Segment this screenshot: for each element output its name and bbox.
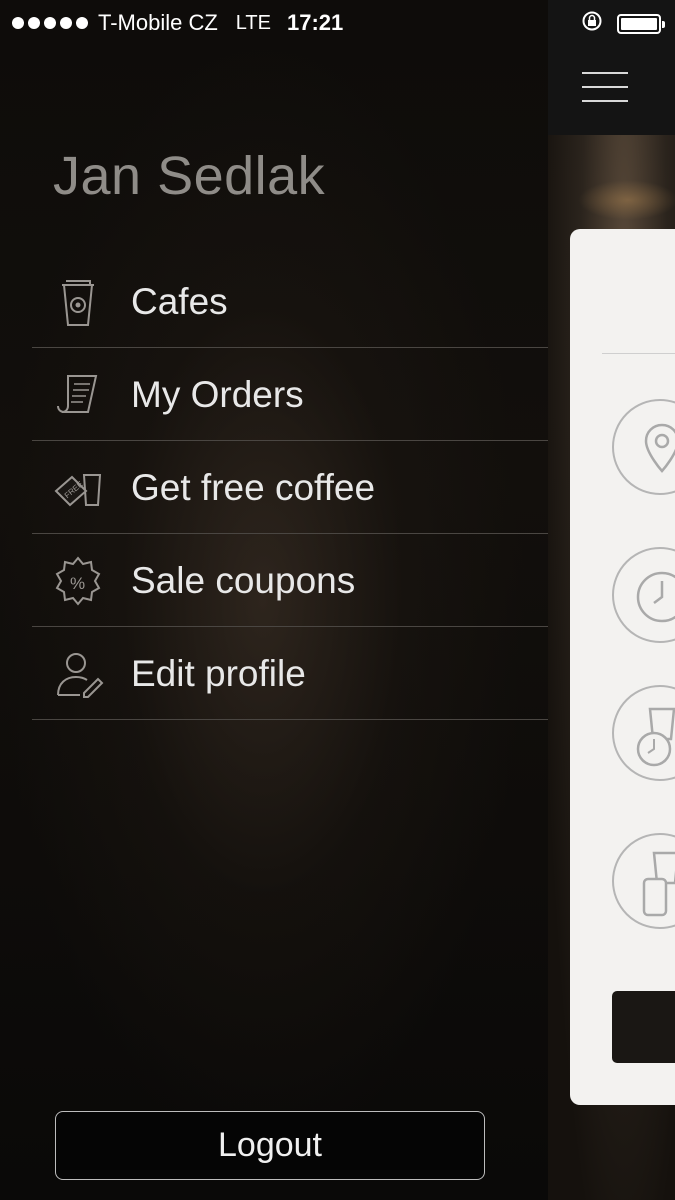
hamburger-menu-icon[interactable]	[582, 72, 628, 104]
menu-item-label: Edit profile	[131, 653, 306, 694]
menu-item-label: My Orders	[131, 374, 304, 415]
signal-strength-icon	[12, 17, 88, 29]
main-card	[570, 229, 675, 1105]
menu-item-my-orders[interactable]: My Orders	[32, 348, 548, 441]
drawer-menu: Cafes My Orders FREE Get free coffee % S…	[32, 255, 548, 720]
menu-item-sale-coupons[interactable]: % Sale coupons	[32, 534, 548, 627]
menu-item-label: Sale coupons	[131, 560, 356, 601]
network-type: LTE	[235, 11, 271, 34]
coffee-cup-icon	[50, 275, 106, 331]
card-action-button[interactable]	[612, 991, 675, 1063]
svg-text:%: %	[70, 574, 85, 593]
phone-cup-icon	[612, 833, 675, 929]
side-drawer: Jan Sedlak Cafes My Orders FREE Get free…	[0, 0, 548, 1200]
percent-badge-icon: %	[50, 554, 106, 610]
clock-icon	[612, 547, 675, 643]
menu-item-label: Cafes	[131, 281, 228, 322]
menu-item-edit-profile[interactable]: Edit profile	[32, 627, 548, 720]
user-name: Jan Sedlak	[53, 146, 326, 206]
clock-time: 17:21	[287, 10, 344, 35]
user-edit-icon	[50, 647, 106, 703]
location-pin-icon	[612, 399, 675, 495]
menu-item-cafes[interactable]: Cafes	[32, 255, 548, 348]
main-content-peek[interactable]	[548, 0, 675, 1200]
receipt-icon	[50, 368, 106, 424]
rotation-lock-icon	[581, 10, 603, 38]
menu-item-get-free-coffee[interactable]: FREE Get free coffee	[32, 441, 548, 534]
free-tag-icon: FREE	[50, 461, 106, 517]
background-light	[578, 180, 675, 220]
card-divider	[602, 353, 675, 354]
logout-button[interactable]: Logout	[55, 1111, 485, 1180]
cup-clock-icon	[612, 685, 675, 781]
battery-icon	[617, 14, 665, 34]
status-bar: T-Mobile CZ LTE 17:21	[0, 0, 675, 46]
carrier-name: T-Mobile CZ	[98, 10, 218, 35]
menu-item-label: Get free coffee	[131, 467, 376, 508]
